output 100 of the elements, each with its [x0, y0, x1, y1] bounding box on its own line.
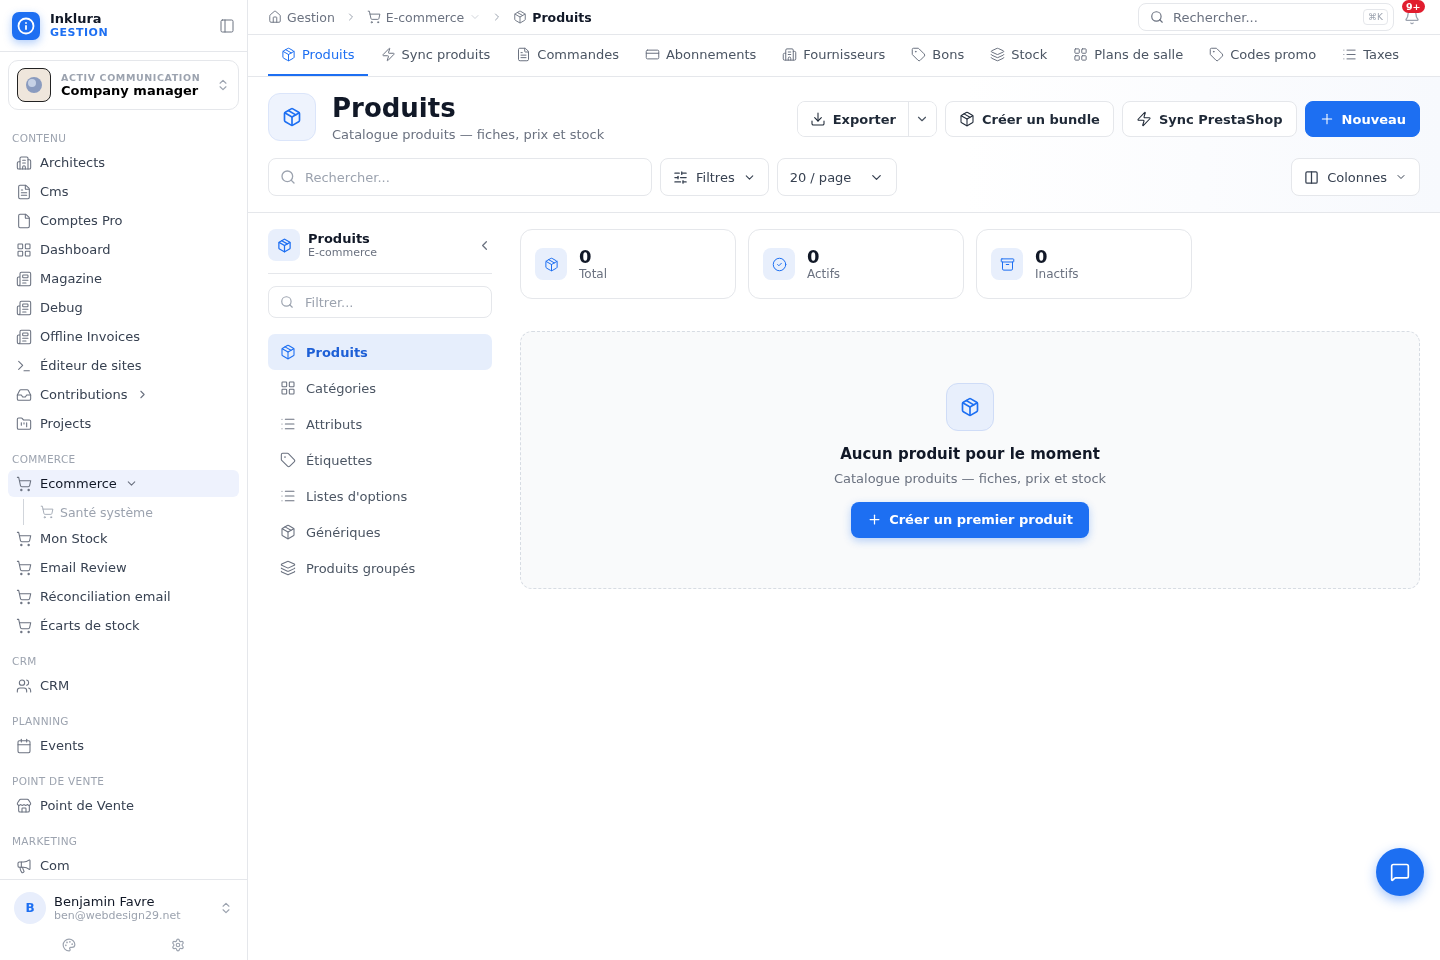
page-title: Produits: [332, 93, 457, 123]
cart-icon: [16, 475, 32, 492]
sidebar-item[interactable]: Debug: [8, 294, 239, 321]
tab[interactable]: Abonnements: [631, 35, 770, 76]
sidebar-item[interactable]: Cms: [8, 178, 239, 205]
sidebar-item[interactable]: Mon Stock: [8, 525, 239, 552]
sidebar-item[interactable]: Comptes Pro: [8, 207, 239, 234]
tab[interactable]: Codes promo: [1196, 35, 1330, 76]
bolt-icon: [380, 47, 396, 62]
action-button[interactable]: Sync PrestaShop: [1121, 101, 1297, 137]
sidebar-item[interactable]: Com: [8, 852, 239, 879]
chat-icon: [1390, 862, 1410, 882]
page-subtitle: Catalogue produits — fiches, prix et stock: [332, 127, 605, 142]
box-icon: [281, 47, 296, 62]
dropdown-toggle[interactable]: [908, 102, 936, 136]
building-icon: [782, 47, 798, 62]
tab[interactable]: Commandes: [503, 35, 632, 76]
subnav-item[interactable]: Produits groupés: [268, 550, 492, 586]
organization-avatar: [17, 68, 51, 102]
sidebar-item[interactable]: Magazine: [8, 265, 239, 292]
subnav-item[interactable]: Attributs: [268, 406, 492, 442]
users-icon: [16, 677, 32, 694]
breadcrumb-item: Produits: [513, 9, 592, 25]
palette-icon[interactable]: [61, 938, 76, 952]
tag-icon: [1209, 47, 1225, 62]
download-icon: [809, 111, 826, 127]
chat-button[interactable]: [1376, 848, 1424, 896]
stat-label: Total: [579, 267, 608, 281]
user-email: ben@webdesign29.net: [54, 909, 182, 922]
notification-badge: 9+: [1402, 0, 1425, 13]
sidebar-item[interactable]: Écarts de stock: [8, 612, 239, 639]
tab[interactable]: Fournisseurs: [769, 35, 899, 76]
search-icon: [280, 169, 296, 185]
plus-icon: [867, 512, 883, 527]
create-button[interactable]: Créer un premier produit: [851, 501, 1089, 538]
subnav-item[interactable]: Catégories: [268, 370, 492, 406]
cart-icon: [40, 505, 54, 519]
sidebar-item[interactable]: Éditeur de sites: [8, 352, 239, 379]
export-split-button[interactable]: Exporter: [796, 101, 937, 137]
subnav-item[interactable]: Génériques: [268, 514, 492, 550]
tab[interactable]: Plans de salle: [1060, 35, 1197, 76]
sidebar-toggle[interactable]: [219, 17, 235, 34]
search-field[interactable]: Rechercher...: [268, 158, 652, 196]
search-icon: [280, 295, 294, 309]
sidebar-item[interactable]: Events: [8, 732, 239, 759]
tab[interactable]: Bons: [898, 35, 978, 76]
breadcrumb-item[interactable]: Gestion: [268, 9, 335, 25]
empty-text: Catalogue produits — fiches, prix et stock: [833, 470, 1107, 486]
empty-title: Aucun produit pour le moment: [840, 444, 1100, 463]
cart-icon: [16, 617, 32, 634]
sidebar-item[interactable]: Point de Vente: [8, 792, 239, 819]
grid-icon: [16, 241, 32, 258]
logo-icon: [12, 11, 40, 40]
bolt-icon: [1135, 111, 1152, 127]
sidebar-item[interactable]: Email Review: [8, 554, 239, 581]
subnav-item[interactable]: Listes d'options: [268, 478, 492, 514]
grid-icon: [1073, 47, 1089, 62]
stat-value: 0: [1035, 247, 1049, 267]
filters-button[interactable]: Filtres: [660, 158, 769, 196]
tag-icon: [911, 47, 927, 62]
box-icon: [959, 111, 975, 127]
archive-icon: [999, 256, 1015, 272]
organization-name: ACTIV COMMUNICATION: [61, 72, 202, 83]
box-icon: [268, 229, 300, 261]
list-icon: [1342, 47, 1358, 62]
user-name: Benjamin Favre: [54, 894, 156, 909]
sidebar-item[interactable]: Réconciliation email: [8, 583, 239, 610]
action-button[interactable]: Créer un bundle: [945, 101, 1114, 137]
workspace-switcher[interactable]: ACTIV COMMUNICATION Company manager: [8, 60, 239, 110]
stat-value: 0: [807, 247, 821, 267]
settings-icon[interactable]: [171, 938, 186, 952]
breadcrumb-item[interactable]: E-commerce: [366, 9, 482, 25]
layers-icon: [280, 560, 296, 576]
subnav-item[interactable]: Produits: [268, 334, 492, 370]
folder-icon: [16, 415, 32, 432]
tab[interactable]: Sync produits: [367, 35, 504, 76]
sidebar-item[interactable]: Offline Invoices: [8, 323, 239, 350]
box-icon: [268, 93, 316, 141]
sidebar-item[interactable]: Architects: [8, 149, 239, 176]
calendar-icon: [16, 737, 32, 754]
box-icon: [280, 524, 296, 540]
section-label: CRM: [11, 654, 38, 669]
filter-field[interactable]: Filtrer...: [268, 286, 492, 318]
sidebar-item[interactable]: Ecommerce: [8, 470, 239, 497]
sidebar-item[interactable]: Contributions: [8, 381, 239, 408]
page-size-select[interactable]: 20 / page: [776, 158, 898, 196]
section-label: PLANNING: [11, 714, 70, 729]
workspace-role: Company manager: [61, 83, 200, 98]
tab[interactable]: Stock: [977, 35, 1061, 76]
sidebar-item[interactable]: CRM: [8, 672, 239, 699]
section-label: POINT DE VENTE: [11, 774, 106, 789]
sidebar-item[interactable]: Dashboard: [8, 236, 239, 263]
section-label: MARKETING: [11, 834, 79, 849]
columns-icon: [1304, 169, 1320, 185]
tab[interactable]: Taxes: [1329, 35, 1413, 76]
document-icon: [16, 183, 32, 200]
sidebar-item[interactable]: Projects: [8, 410, 239, 437]
subnav-item[interactable]: Étiquettes: [268, 442, 492, 478]
new-button[interactable]: Nouveau: [1304, 101, 1420, 137]
columns-button[interactable]: Colonnes: [1291, 158, 1420, 196]
